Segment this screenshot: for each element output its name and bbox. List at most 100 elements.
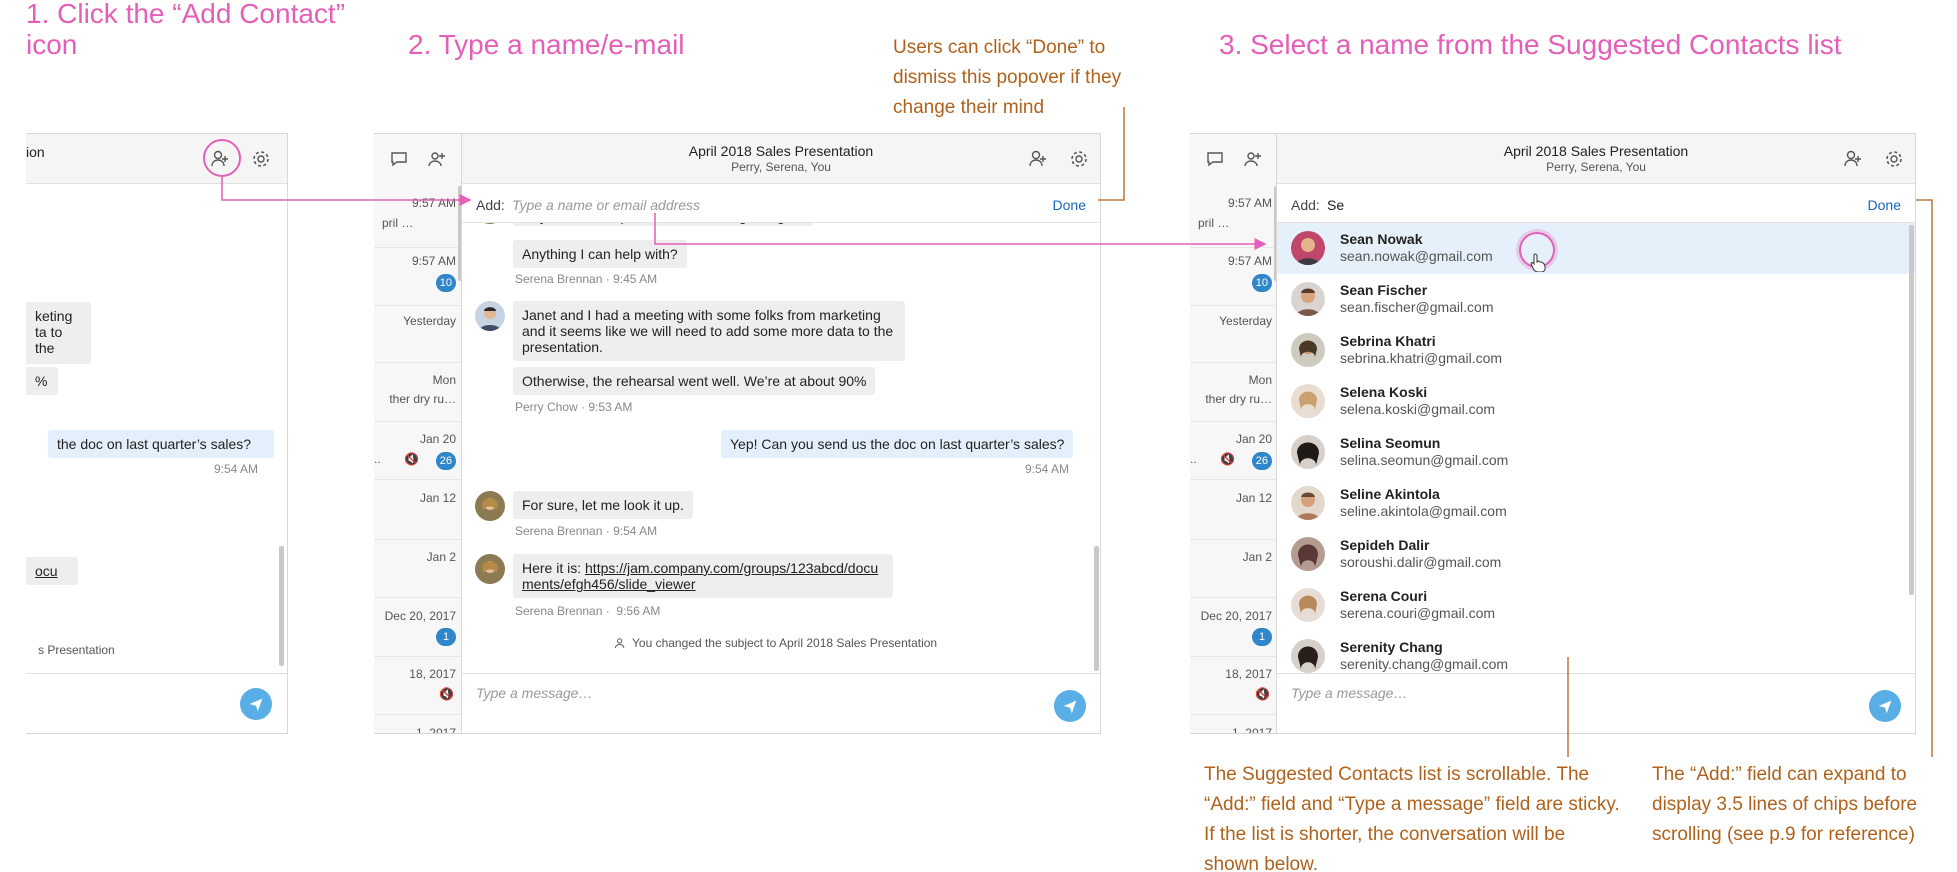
panel1-time: 9:54 AM [214,462,259,476]
add-contact-icon [1844,150,1861,167]
contact-row[interactable]: Selena Koski selena.koski@gmail.com [1277,376,1915,427]
send-icon [1063,700,1077,714]
sidebar-item-snippet: ther dry ru… [1205,392,1272,406]
sidebar-item-time[interactable]: Jan 2 [1243,550,1272,564]
sidebar-item-time[interactable]: Jan 12 [1236,491,1272,505]
sidebar-item-snippet: .. [374,452,381,466]
divider [374,597,466,598]
chat-button[interactable] [386,146,412,172]
unread-badge: 10 [435,274,456,292]
send-button[interactable] [1054,690,1086,722]
contact-row[interactable]: Sean Nowak sean.nowak@gmail.com [1277,223,1915,274]
avatar [1291,639,1325,673]
suggested-contacts-scrollbar[interactable] [1909,225,1914,595]
contact-row[interactable]: Serenity Chang serenity.chang@gmail.com [1277,631,1915,674]
contact-row[interactable]: Serena Couri serena.couri@gmail.com [1277,580,1915,631]
sidebar-item-time[interactable]: Mon [1249,373,1272,387]
message-bubble: Otherwise, the rehearsal went well. We’r… [513,367,876,395]
gear-icon [253,151,269,167]
settings-button[interactable] [248,146,274,172]
sidebar-item-time[interactable]: Jan 12 [420,491,456,505]
contact-row[interactable]: Selina Seomun selina.seomun@gmail.com [1277,427,1915,478]
sidebar-item-time[interactable]: 9:57 AM [1228,196,1272,210]
contact-row[interactable]: Sean Fischer sean.fischer@gmail.com [1277,274,1915,325]
mute-icon: 🔇 [1220,452,1235,466]
add-contact-input[interactable]: Type a name or email address [512,197,700,213]
send-button[interactable] [240,688,272,720]
message-input[interactable]: Type a message… [1291,685,1407,701]
panel1-scrollbar[interactable] [279,546,284,666]
sidebar-item-time[interactable]: 9:57 AM [1228,254,1272,268]
contact-name: Serena Couri [1340,588,1428,604]
avatar [475,301,505,331]
add-contact-button[interactable] [1840,146,1866,172]
sidebar-item-time[interactable]: 9:57 AM [412,196,456,210]
send-button[interactable] [1869,690,1901,722]
sidebar-item-time[interactable]: 9:57 AM [412,254,456,268]
sidebar-item-time[interactable]: Yesterday [1219,314,1272,328]
avatar [475,554,505,584]
message-meta: Serena Brennan · 9:56 AM [515,604,661,618]
panel1-bubble-fragment: % [26,367,58,395]
panel1-composer [26,673,287,733]
gear-icon [1071,151,1087,167]
conversation-participants: Perry, Serena, You [1546,160,1646,174]
sidebar-item-time[interactable]: Jan 20 [420,432,456,446]
settings-button[interactable] [1881,146,1907,172]
avatar [1291,537,1325,571]
add-contact-input[interactable]: Se [1327,197,1344,213]
sidebar-item-time[interactable]: Mon [433,373,456,387]
message-input[interactable]: Type a message… [476,685,592,701]
conversation-header: April 2018 Sales Presentation Perry, Ser… [1277,134,1915,184]
contact-name: Selena Koski [1340,384,1428,400]
contact-email: sean.fischer@gmail.com [1340,299,1494,315]
people-icon [1244,152,1261,167]
divider [374,714,466,715]
sidebar-item-snippet: pril … [1198,216,1230,230]
message-bubble: Here it is: https://jam.company.com/grou… [513,554,893,598]
sidebar-item-time[interactable]: 18, 2017 [409,667,456,681]
contact-row[interactable]: Sebrina Khatri sebrina.khatri@gmail.com [1277,325,1915,376]
message-bubble: Anything I can help with? [513,240,687,268]
contact-email: sean.nowak@gmail.com [1340,248,1493,264]
avatar [1291,435,1325,469]
contact-row[interactable]: Seline Akintola seline.akintola@gmail.co… [1277,478,1915,529]
done-button[interactable]: Done [1868,197,1901,213]
sidebar-item-time[interactable]: 18, 2017 [1225,667,1272,681]
done-button[interactable]: Done [1053,197,1086,213]
divider [374,247,466,248]
expand-note: The “Add:” field can expand to display 3… [1652,764,1918,845]
avatar [1291,588,1325,622]
contact-name: Sean Nowak [1340,231,1423,247]
contact-email: selena.koski@gmail.com [1340,401,1496,417]
message-bubble: Janet and I had a meeting with some folk… [513,301,905,361]
settings-button[interactable] [1066,146,1092,172]
add-contact-button[interactable] [1025,146,1051,172]
mute-icon: 🔇 [404,452,419,466]
sidebar-item-time[interactable]: Jan 2 [427,550,456,564]
chat-button[interactable] [1202,146,1228,172]
sidebar-item-time[interactable]: Jan 20 [1236,432,1272,446]
suggested-contacts-list: Sean Nowak sean.nowak@gmail.com Sean Fis… [1277,223,1915,674]
unread-badge: 1 [1252,628,1272,646]
unread-badge: 26 [1251,452,1272,470]
avatar [1291,282,1325,316]
sidebar-item-time[interactable]: Dec 20, 2017 [1201,609,1272,623]
people-button[interactable] [424,146,450,172]
contact-row[interactable]: Sepideh Dalir soroushi.dalir@gmail.com [1277,529,1915,580]
divider [374,362,466,363]
avatar [1291,231,1325,265]
people-button[interactable] [1240,146,1266,172]
conversation-scrollbar[interactable] [1094,546,1099,671]
divider [1190,362,1282,363]
panel-step-3: April 2018 Sales Presentation Perry, Ser… [1276,133,1916,734]
contact-email: serenity.chang@gmail.com [1340,656,1509,672]
divider [1190,539,1282,540]
sidebar-item-time[interactable]: Yesterday [403,314,456,328]
contact-email: sebrina.khatri@gmail.com [1340,350,1503,366]
avatar [1291,486,1325,520]
sidebar-item-time[interactable]: 1, 2017 [416,726,456,733]
contact-email: seline.akintola@gmail.com [1340,503,1507,519]
sidebar-item-time[interactable]: 1, 2017 [1232,726,1272,733]
sidebar-item-time[interactable]: Dec 20, 2017 [385,609,456,623]
